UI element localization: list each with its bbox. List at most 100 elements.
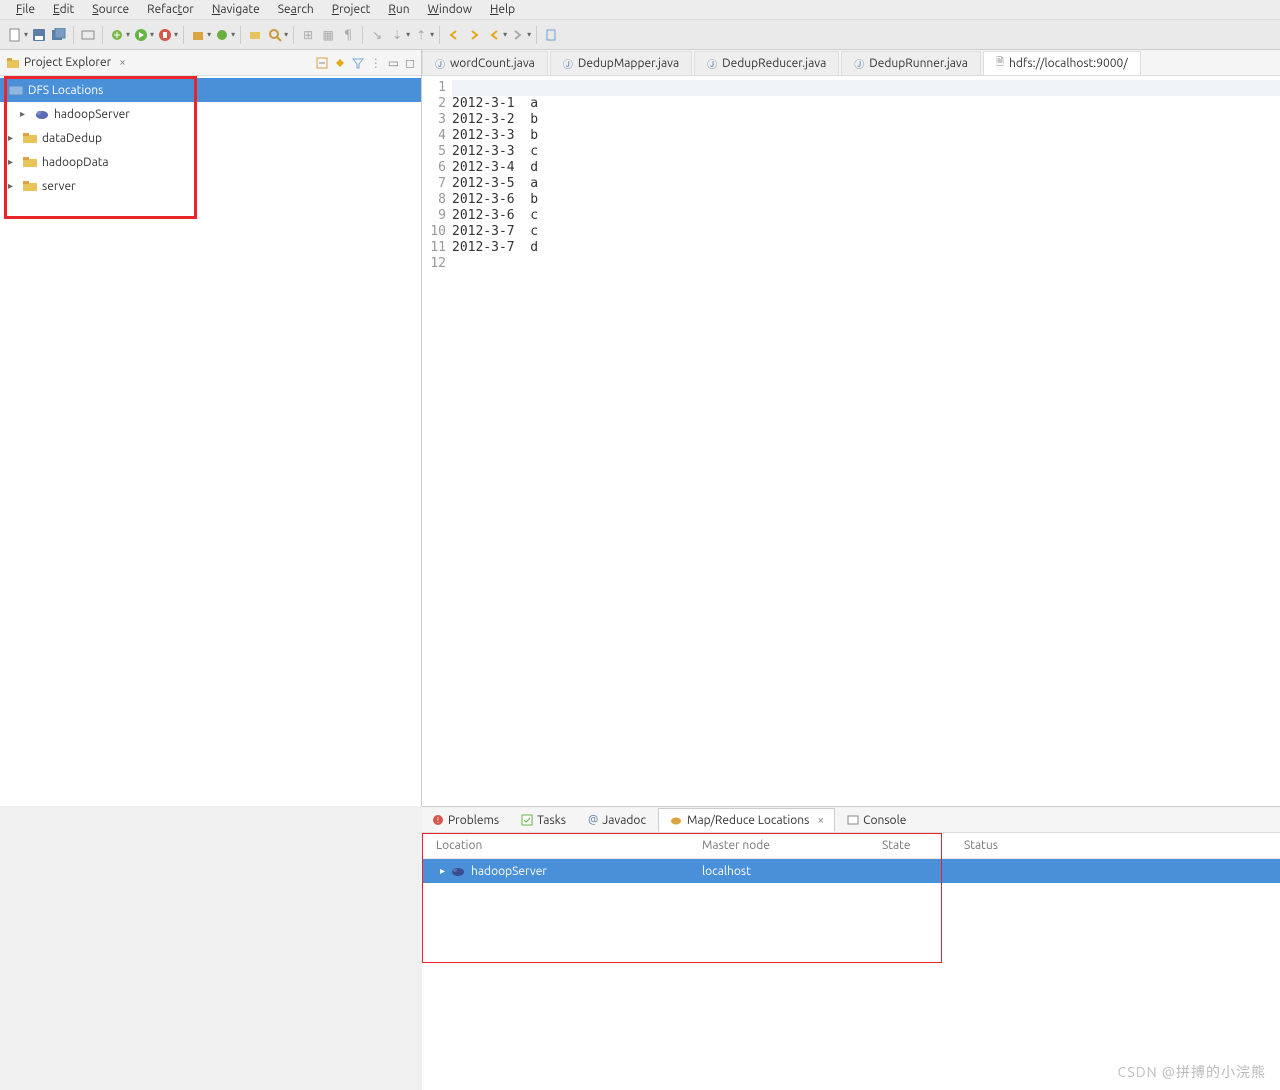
java-icon: Ⓙ — [435, 56, 445, 71]
new-dropdown[interactable]: ▾ — [24, 30, 28, 39]
project-explorer-title: Project Explorer — [24, 56, 111, 69]
elephant-icon — [34, 107, 50, 121]
tasks-icon — [521, 814, 533, 826]
locations-panel: Location Master node State Status ▸ hado… — [422, 833, 1280, 1090]
table-row[interactable]: ▸ hadoopServer localhost — [422, 859, 1280, 883]
search-dropdown[interactable]: ▾ — [284, 30, 288, 39]
tree-item-hadoopserver[interactable]: ▸ hadoopServer — [0, 102, 421, 126]
menu-source[interactable]: Source — [84, 1, 137, 18]
tab-label: DedupMapper.java — [578, 57, 679, 70]
tab-tasks[interactable]: Tasks — [511, 808, 576, 832]
save-button[interactable] — [30, 26, 48, 44]
code-content[interactable]: 2012-3-1 a2012-3-2 b2012-3-3 b2012-3-3 c… — [452, 76, 1280, 806]
save-all-button[interactable] — [50, 26, 68, 44]
tab-label: Map/Reduce Locations — [687, 814, 809, 827]
coverage-dropdown[interactable]: ▾ — [174, 30, 178, 39]
run-dropdown[interactable]: ▾ — [150, 30, 154, 39]
new-button[interactable] — [6, 26, 24, 44]
next-annotation-dropdown[interactable]: ▾ — [406, 30, 410, 39]
expand-arrow-icon[interactable]: ▸ — [440, 865, 445, 877]
maximize-icon[interactable]: ◻ — [405, 56, 415, 70]
forward-button[interactable] — [465, 26, 483, 44]
menu-navigate[interactable]: Navigate — [204, 1, 268, 18]
menu-search[interactable]: Search — [270, 1, 322, 18]
tab-hdfs[interactable]: 🗎hdfs://localhost:9000/ — [983, 51, 1141, 75]
expand-arrow-icon[interactable]: ▸ — [20, 108, 30, 120]
pin-button[interactable] — [542, 26, 560, 44]
back-button[interactable] — [445, 26, 463, 44]
tab-problems[interactable]: !Problems — [422, 808, 509, 832]
filter-icon[interactable] — [352, 57, 364, 69]
menu-project[interactable]: Project — [324, 1, 379, 18]
next-edit-button[interactable] — [509, 26, 527, 44]
prev-annotation-button[interactable]: ⇡ — [412, 26, 430, 44]
tab-console[interactable]: Console — [837, 808, 916, 832]
col-location[interactable]: Location — [422, 839, 702, 852]
col-master[interactable]: Master node — [702, 839, 882, 852]
folder-icon — [22, 155, 38, 169]
collapse-all-icon[interactable] — [316, 57, 328, 69]
tree-item-server[interactable]: ▸ server — [0, 174, 421, 198]
folder-icon — [22, 131, 38, 145]
table-header: Location Master node State Status — [422, 833, 1280, 859]
col-status[interactable]: Status — [952, 839, 1280, 852]
coverage-button[interactable] — [156, 26, 174, 44]
panel-tabs: !Problems Tasks @Javadoc Map/Reduce Loca… — [422, 807, 1280, 833]
step-button[interactable]: ↘ — [368, 26, 386, 44]
debug-dropdown[interactable]: ▾ — [126, 30, 130, 39]
expand-arrow-icon[interactable]: ▸ — [8, 132, 18, 144]
prev-annotation-dropdown[interactable]: ▾ — [430, 30, 434, 39]
tab-mapreduce-locations[interactable]: Map/Reduce Locations × — [658, 808, 835, 832]
search-button[interactable] — [266, 26, 284, 44]
menu-edit[interactable]: Edit — [45, 1, 82, 18]
view-menu-icon[interactable]: ⋮ — [370, 56, 382, 70]
java-icon: Ⓙ — [854, 56, 864, 71]
tab-dedupmapper[interactable]: Ⓙ DedupMapper.java — [550, 51, 692, 75]
next-annotation-button[interactable]: ⇣ — [388, 26, 406, 44]
tab-javadoc[interactable]: @Javadoc — [578, 808, 656, 832]
menu-refactor[interactable]: Refactor — [139, 1, 202, 18]
pilcrow-button[interactable]: ¶ — [339, 26, 357, 44]
new-class-button[interactable] — [213, 26, 231, 44]
tab-wordcount[interactable]: ⒿwordCount.java — [422, 51, 548, 75]
last-edit-dropdown[interactable]: ▾ — [503, 30, 507, 39]
toggle-mark-button[interactable]: ⊞ — [299, 26, 317, 44]
expand-arrow-icon[interactable]: ▸ — [8, 180, 18, 192]
close-tab-icon[interactable]: × — [817, 814, 824, 827]
close-view-icon[interactable]: × — [119, 56, 126, 69]
menu-help[interactable]: Help — [482, 1, 523, 18]
next-edit-dropdown[interactable]: ▾ — [527, 30, 531, 39]
tree-item-datadedup[interactable]: ▸ dataDedup — [0, 126, 421, 150]
expand-arrow-icon[interactable]: ▸ — [8, 156, 18, 168]
tree-item-dfs-locations[interactable]: DFS Locations — [0, 78, 421, 102]
last-edit-button[interactable] — [485, 26, 503, 44]
minimize-icon[interactable]: ▭ — [388, 56, 399, 70]
bottom-panel: !Problems Tasks @Javadoc Map/Reduce Loca… — [422, 806, 1280, 1090]
tree-label: hadoopData — [42, 156, 109, 169]
tab-label: DedupReducer.java — [722, 57, 826, 70]
run-button[interactable] — [132, 26, 150, 44]
code-editor[interactable]: 123456789101112 2012-3-1 a2012-3-2 b2012… — [422, 76, 1280, 806]
new-class-dropdown[interactable]: ▾ — [231, 30, 235, 39]
tree-item-hadoopdata[interactable]: ▸ hadoopData — [0, 150, 421, 174]
col-state[interactable]: State — [882, 839, 952, 852]
menu-file[interactable]: File — [8, 1, 43, 18]
menu-bar: File Edit Source Refactor Navigate Searc… — [0, 0, 1280, 20]
tab-label: Javadoc — [602, 814, 646, 827]
open-type-button[interactable] — [246, 26, 264, 44]
file-icon: 🗎 — [996, 55, 1004, 72]
menu-run[interactable]: Run — [380, 1, 417, 18]
tab-deduprunner[interactable]: ⒿDedupRunner.java — [841, 51, 981, 75]
java-icon: Ⓙ — [707, 56, 717, 71]
debug-button[interactable] — [108, 26, 126, 44]
editor-tabs: ⒿwordCount.java ⒿDedupMapper.java ⒿDedup… — [422, 50, 1280, 76]
java-icon: Ⓙ — [563, 56, 573, 71]
menu-window[interactable]: Window — [420, 1, 480, 18]
new-package-dropdown[interactable]: ▾ — [207, 30, 211, 39]
tab-dedupreducer[interactable]: Ⓙ DedupReducer.java — [694, 51, 839, 75]
new-package-button[interactable] — [189, 26, 207, 44]
link-editor-icon[interactable] — [334, 57, 346, 69]
toggle-block-button[interactable]: ▦ — [319, 26, 337, 44]
project-tree: DFS Locations ▸ hadoopServer ▸ dataDedup… — [0, 76, 421, 200]
toggle-button[interactable] — [79, 26, 97, 44]
